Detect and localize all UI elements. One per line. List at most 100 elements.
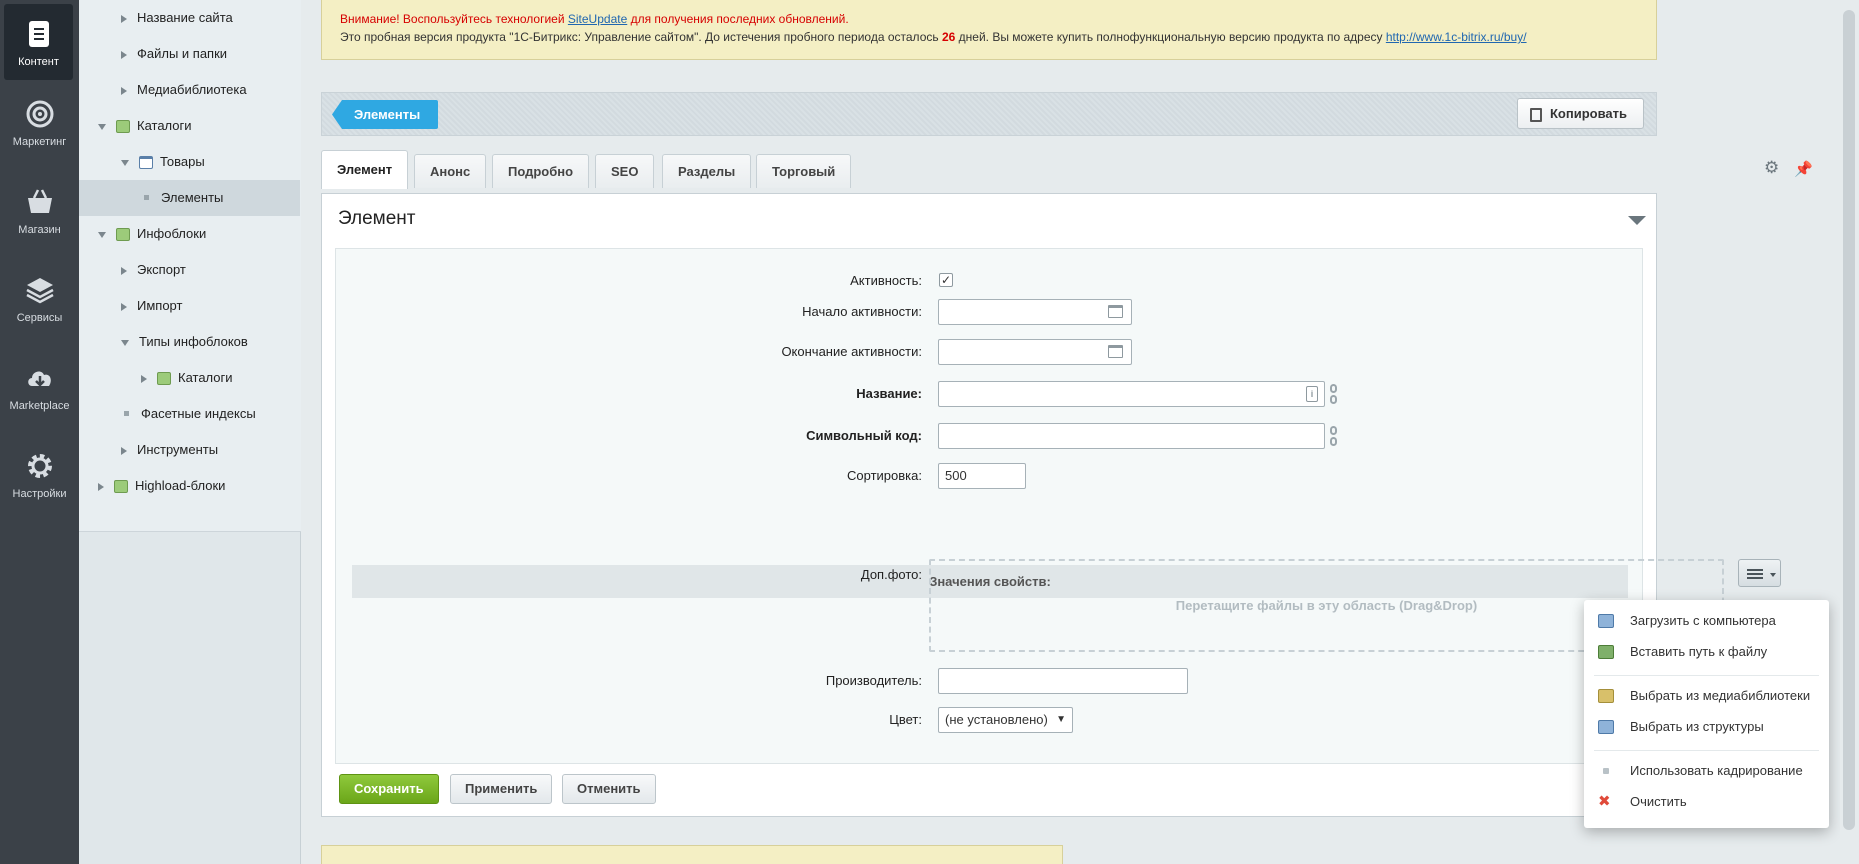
expand-icon[interactable]: [141, 374, 147, 383]
start-date-input[interactable]: [938, 299, 1132, 325]
expand-icon[interactable]: [98, 482, 104, 491]
nav-content[interactable]: Контент: [4, 4, 73, 80]
color-select-value: (не установлено): [945, 712, 1048, 727]
name-input[interactable]: i: [938, 381, 1325, 407]
nav-label: Магазин: [18, 224, 61, 236]
tree-item-elements[interactable]: Элементы: [79, 180, 300, 216]
code-input[interactable]: [938, 423, 1325, 449]
tab-trade-catalog[interactable]: Торговый каталог: [756, 154, 852, 213]
collapse-icon[interactable]: [121, 339, 129, 346]
collapse-icon[interactable]: [98, 123, 106, 130]
tab-announce[interactable]: Анонс: [414, 154, 487, 188]
calendar-icon[interactable]: [1108, 345, 1123, 358]
color-select[interactable]: (не установлено) ▼: [938, 707, 1073, 733]
manufacturer-input[interactable]: [938, 668, 1188, 694]
tree-item-label: Highload-блоки: [135, 478, 226, 493]
tree-item-highload[interactable]: Highload-блоки: [98, 468, 225, 504]
menu-upload-computer[interactable]: Загрузить с компьютера: [1584, 608, 1829, 634]
menu-insert-path[interactable]: Вставить путь к файлу: [1584, 639, 1829, 665]
collapse-icon[interactable]: [121, 159, 129, 166]
nav-label: Настройки: [12, 488, 67, 500]
copy-label: Копировать: [1549, 106, 1627, 121]
expand-icon[interactable]: [121, 86, 127, 95]
tree-item-files[interactable]: Файлы и папки: [121, 36, 227, 72]
nav-label: Маркетинг: [12, 136, 67, 148]
link-icon[interactable]: [1330, 384, 1337, 404]
nav-settings[interactable]: Настройки: [0, 450, 79, 500]
end-date-input[interactable]: [938, 339, 1132, 365]
tree-item-site-name[interactable]: Название сайта: [121, 0, 233, 36]
menu-clear[interactable]: ✖ Очистить: [1584, 789, 1829, 815]
nav-marketplace[interactable]: Marketplace: [0, 362, 79, 412]
expand-icon[interactable]: [121, 14, 127, 23]
tree-item-label: Типы инфоблоков: [139, 334, 248, 349]
tree-item-label: Инструменты: [137, 442, 219, 457]
tree-item-label: Фасетные индексы: [141, 406, 256, 421]
copy-button[interactable]: Копировать: [1516, 98, 1644, 129]
apply-button[interactable]: Применить: [450, 774, 553, 804]
active-checkbox[interactable]: ✓: [939, 273, 953, 287]
context-toolbar: Элементы Копировать: [321, 92, 1657, 136]
translit-icon[interactable]: i: [1306, 386, 1318, 402]
highload-icon: [114, 480, 128, 494]
collapse-icon[interactable]: [98, 231, 106, 238]
tree-item-facet[interactable]: Фасетные индексы: [121, 396, 256, 432]
menu-crop[interactable]: Использовать кадрирование: [1584, 758, 1829, 784]
nav-label: Marketplace: [9, 400, 70, 412]
menu-medialib[interactable]: Выбрать из медиабиблиотеки: [1584, 683, 1829, 709]
tree-item-catalogs-type[interactable]: Каталоги: [141, 360, 233, 396]
chevron-down-icon: [1770, 573, 1776, 577]
link-icon[interactable]: [1330, 426, 1337, 446]
bullet-icon: [144, 195, 149, 201]
expand-icon[interactable]: [121, 302, 127, 311]
notice-text: Это пробная версия продукта "1С-Битрикс:…: [340, 30, 942, 44]
tree-item-iblock-types[interactable]: Типы инфоблоков: [121, 324, 248, 360]
buy-link[interactable]: http://www.1c-bitrix.ru/buy/: [1386, 30, 1527, 44]
menu-structure[interactable]: Выбрать из структуры: [1584, 714, 1829, 740]
sort-input[interactable]: 500: [938, 463, 1026, 489]
tab-element[interactable]: Элемент: [321, 150, 409, 189]
panel-title: Элемент: [338, 208, 416, 229]
calendar-icon[interactable]: [1108, 305, 1123, 318]
tree-item-medialib[interactable]: Медиабиблиотека: [121, 72, 247, 108]
pin-icon[interactable]: 📌: [1794, 160, 1813, 178]
end-label: Окончание активности:: [781, 344, 922, 359]
tree-item-export[interactable]: Экспорт: [121, 252, 186, 288]
crop-icon: [1603, 768, 1609, 774]
upload-computer-icon: [1598, 614, 1614, 628]
save-button[interactable]: Сохранить: [339, 774, 439, 804]
tab-seo[interactable]: SEO: [595, 154, 655, 188]
nav-marketing[interactable]: Маркетинг: [0, 98, 79, 148]
document-icon: [28, 21, 49, 47]
cancel-button[interactable]: Отменить: [562, 774, 656, 804]
expand-icon[interactable]: [121, 266, 127, 275]
layers-icon: [25, 278, 54, 304]
tab-sections[interactable]: Разделы: [662, 154, 752, 188]
expand-icon[interactable]: [121, 446, 127, 455]
notice-text: дней. Вы можете купить полнофункциональн…: [955, 30, 1386, 44]
menu-item-label: Выбрать из медиабиблиотеки: [1630, 688, 1811, 703]
tree-item-label: Импорт: [137, 298, 183, 313]
tree-item-import[interactable]: Импорт: [121, 288, 182, 324]
file-menu-button[interactable]: [1738, 559, 1781, 587]
basket-icon: [27, 189, 52, 213]
tree-item-label: Файлы и папки: [137, 46, 228, 61]
gear-icon[interactable]: ⚙: [1764, 159, 1780, 176]
menu-icon: [1747, 569, 1763, 579]
tree-item-catalogs[interactable]: Каталоги: [98, 108, 192, 144]
collapse-icon[interactable]: [1628, 216, 1646, 225]
tab-details[interactable]: Подробно: [492, 154, 590, 188]
manufacturer-label: Производитель:: [825, 673, 922, 688]
tree-item-iblocks[interactable]: Инфоблоки: [98, 216, 206, 252]
tree-item-label: Медиабиблиотека: [137, 82, 247, 97]
expand-icon[interactable]: [121, 50, 127, 59]
menu-separator: [1594, 675, 1819, 676]
file-popup-menu: Загрузить с компьютера Вставить путь к ф…: [1584, 600, 1829, 828]
tree-item-tools[interactable]: Инструменты: [121, 432, 218, 468]
scrollbar-thumb[interactable]: [1843, 10, 1855, 830]
siteupdate-link[interactable]: SiteUpdate: [568, 12, 627, 26]
nav-services[interactable]: Сервисы: [0, 274, 79, 324]
tree-item-goods[interactable]: Товары: [121, 144, 205, 180]
nav-shop[interactable]: Магазин: [0, 186, 79, 236]
elements-back-button[interactable]: Элементы: [332, 100, 439, 129]
